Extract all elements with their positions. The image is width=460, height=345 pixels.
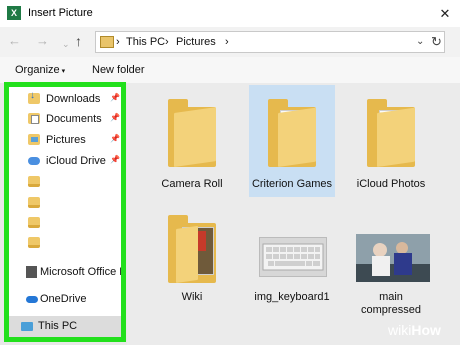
up-button[interactable]: ↑: [75, 33, 82, 49]
new-folder-button[interactable]: New folder: [92, 64, 145, 76]
refresh-button[interactable]: ↻: [431, 34, 442, 50]
sidebar-item-folder[interactable]: [9, 213, 121, 233]
office-icon: [26, 266, 37, 278]
window-title: Insert Picture: [28, 7, 93, 19]
pin-icon: 📌: [110, 155, 120, 164]
file-name: iCloud Photos: [356, 178, 426, 190]
image-thumbnail: [259, 237, 327, 277]
folder-icon: [28, 237, 40, 248]
pictures-icon: [28, 134, 40, 145]
file-item-img-keyboard1[interactable]: img_keyboard1: [249, 207, 335, 317]
folder-icon: [28, 197, 40, 208]
sidebar-item-label: This PC: [38, 320, 78, 332]
excel-app-icon: X: [7, 6, 21, 20]
address-dropdown-icon[interactable]: ⌄: [416, 36, 424, 47]
file-item-camera-roll[interactable]: Camera Roll: [149, 85, 235, 197]
image-thumbnail: [356, 234, 430, 282]
pin-icon: 📌: [110, 134, 120, 143]
computer-icon: [21, 322, 33, 331]
sidebar-item-documents[interactable]: Documents 📌: [9, 109, 121, 129]
back-button[interactable]: ←: [8, 33, 21, 49]
navigation-pane[interactable]: Downloads 📌 Documents 📌 Pictures 📌 iClou…: [4, 82, 126, 342]
folder-with-image-icon: [168, 215, 216, 283]
onedrive-icon: [26, 296, 38, 303]
file-name: img_keyboard1: [254, 291, 330, 303]
breadcrumb-separator[interactable]: ›: [116, 36, 120, 49]
folder-icon: [168, 99, 216, 167]
sidebar-item-label: Downloads: [46, 93, 101, 105]
wikihow-watermark: wikiHow: [388, 322, 441, 338]
file-name: Criterion Games: [251, 178, 333, 190]
sidebar-item-microsoft-office[interactable]: Microsoft Office E: [9, 262, 121, 282]
breadcrumb-separator[interactable]: ›: [225, 36, 229, 49]
sidebar-item-this-pc[interactable]: This PC: [9, 316, 121, 337]
file-item-wiki[interactable]: Wiki: [149, 207, 235, 317]
folder-with-document-icon: [268, 99, 316, 167]
file-name-line: compressed: [361, 304, 421, 316]
forward-button[interactable]: →: [36, 33, 49, 49]
organize-label: Organize: [15, 64, 60, 76]
breadcrumb-separator[interactable]: ›: [165, 36, 169, 49]
file-item-main-compressed[interactable]: main compressed: [348, 207, 434, 317]
cloud-icon: [28, 157, 40, 165]
folder-icon: [28, 217, 40, 228]
pin-icon: 📌: [110, 113, 120, 122]
file-name: Camera Roll: [161, 178, 223, 190]
sidebar-item-label: iCloud Drive: [46, 155, 106, 167]
watermark-prefix: wiki: [388, 322, 412, 338]
sidebar-item-pictures[interactable]: Pictures 📌: [9, 130, 121, 150]
downloads-icon: [28, 90, 40, 104]
file-item-criterion-games[interactable]: Criterion Games: [249, 85, 335, 197]
sidebar-item-folder[interactable]: [9, 233, 121, 253]
folder-with-document-icon: [367, 99, 415, 167]
title-bar: X Insert Picture ✕: [0, 0, 460, 27]
breadcrumb-pictures[interactable]: Pictures: [176, 36, 216, 49]
navigation-bar: ← → ⌄ ↑ › This PC › Pictures › ⌄ ↻: [0, 27, 460, 57]
folder-icon: [28, 176, 40, 187]
address-bar[interactable]: › This PC › Pictures › ⌄ ↻: [95, 31, 445, 53]
close-button[interactable]: ✕: [436, 6, 454, 22]
sidebar-item-downloads[interactable]: Downloads 📌: [9, 89, 121, 109]
pane-splitter[interactable]: [127, 83, 141, 345]
organize-button[interactable]: Organize ▾: [15, 64, 65, 76]
file-name: Wiki: [181, 291, 203, 303]
sidebar-item-label: Microsoft Office E: [40, 266, 126, 278]
chevron-down-icon: ▾: [61, 68, 66, 75]
file-item-icloud-photos[interactable]: iCloud Photos: [348, 85, 434, 197]
sidebar-item-label: Pictures: [46, 134, 86, 146]
documents-icon: [28, 113, 40, 124]
file-grid: Camera Roll Criterion Games iCloud Photo…: [141, 83, 460, 345]
recent-locations-chevron-icon[interactable]: ⌄: [62, 36, 70, 52]
breadcrumb-this-pc[interactable]: This PC: [126, 36, 165, 49]
file-name-line: main: [379, 291, 403, 303]
sidebar-item-icloud-drive[interactable]: iCloud Drive 📌: [9, 151, 121, 171]
command-toolbar: Organize ▾ New folder: [0, 57, 460, 83]
sidebar-item-folder[interactable]: [9, 193, 121, 213]
sidebar-item-label: Documents: [46, 113, 102, 125]
sidebar-item-label: OneDrive: [40, 293, 87, 305]
watermark-suffix: How: [411, 322, 441, 338]
file-name: main compressed: [348, 291, 434, 317]
sidebar-item-folder[interactable]: [9, 172, 121, 192]
sidebar-item-onedrive[interactable]: OneDrive: [9, 289, 121, 309]
pin-icon: 📌: [110, 93, 120, 102]
pictures-location-icon: [100, 36, 114, 48]
